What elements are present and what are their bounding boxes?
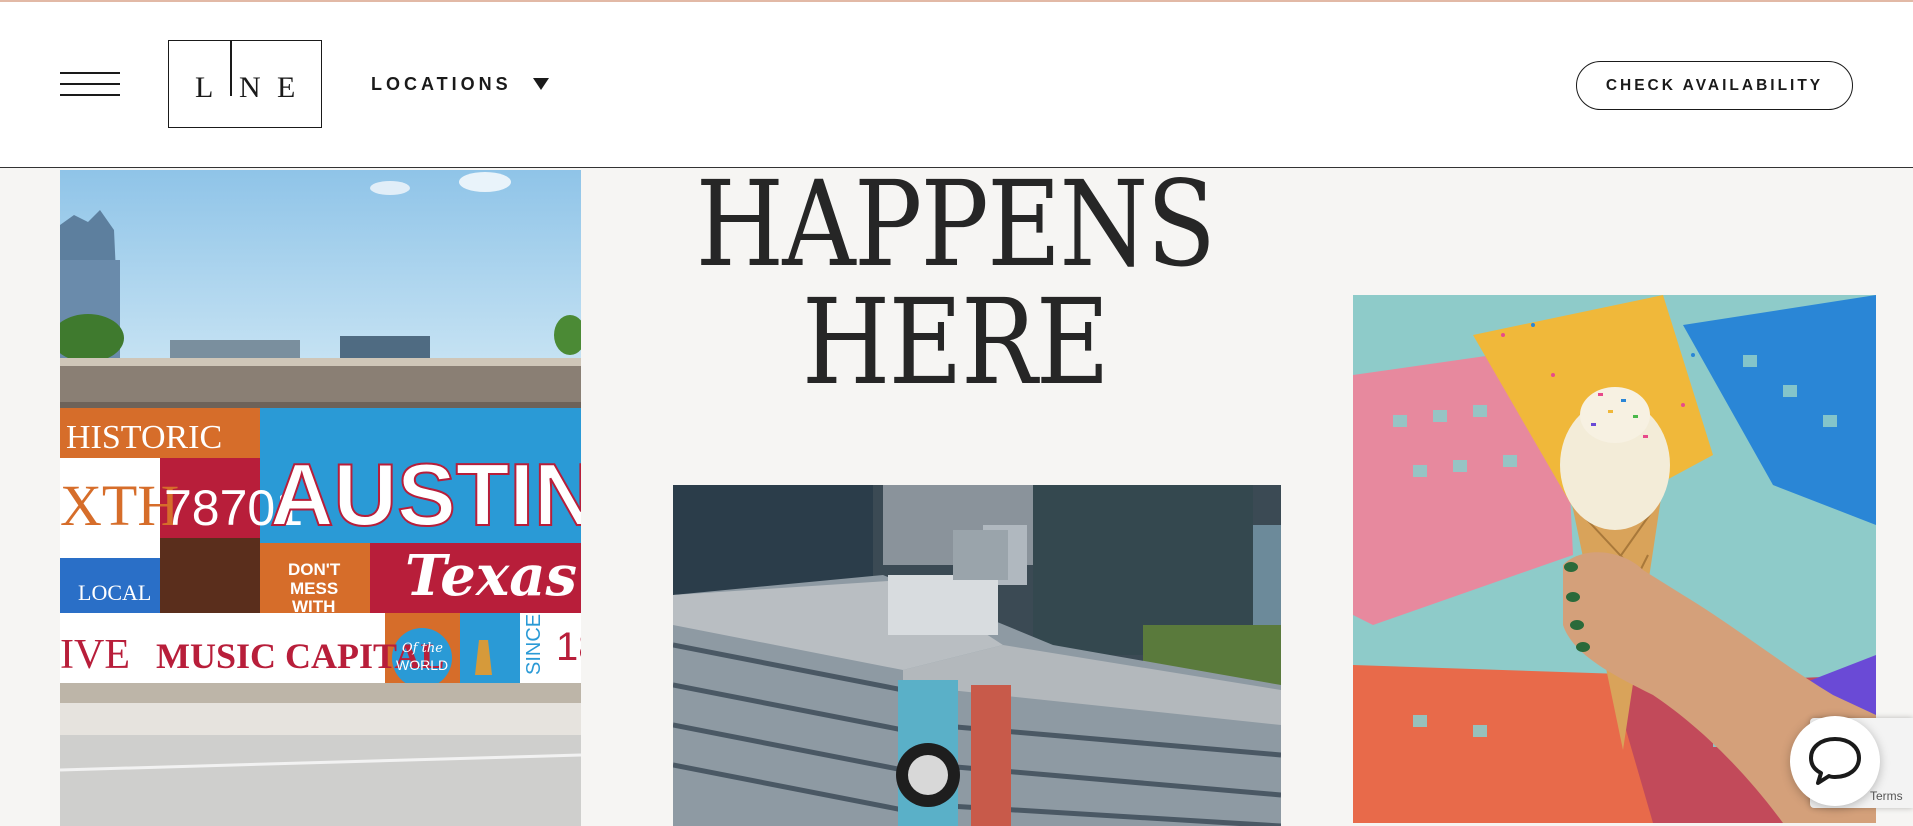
logo-letter-l: L (195, 71, 214, 104)
chat-button[interactable] (1790, 716, 1880, 806)
recaptcha-terms-link[interactable]: Terms (1870, 789, 1903, 803)
mural-austin-text: AUSTIN (270, 445, 581, 544)
hero-headline-line1: HAPPENS (695, 155, 1216, 293)
mural-dont-text: DON'T (288, 560, 341, 579)
logo-letter-e: E (277, 71, 296, 104)
logo[interactable]: L N E (168, 40, 322, 128)
hero-headline-line2: HERE (801, 273, 1110, 411)
mural-of-the-text: Of the (402, 641, 443, 656)
nav-locations[interactable]: LOCATIONS (371, 74, 512, 95)
hamburger-menu-icon[interactable] (60, 72, 120, 98)
mural-texas-text: Texas (405, 543, 577, 609)
chat-bubble-icon (1809, 737, 1861, 785)
mural-local-text: LOCAL (78, 580, 151, 605)
hero-headline: HAPPENS HERE (667, 165, 1243, 401)
mural-live-text: IVE (60, 632, 130, 678)
austin-mural-photo: HISTORIC XTH 78701 AUSTIN LOCAL DON'T ME… (60, 170, 581, 826)
mural-world-text: WORLD (396, 657, 448, 673)
mural-mess-text: MESS (290, 579, 338, 598)
mural-sixth-text: XTH (60, 473, 179, 538)
mural-since-text: SINCE (523, 614, 545, 675)
site-header: L N E LOCATIONS CHECK AVAILABILITY (0, 2, 1913, 168)
aerial-building-photo (673, 485, 1281, 826)
mural-with-text: WITH (292, 597, 335, 616)
mural-historic-text: HISTORIC (66, 419, 222, 456)
mural-since-year-text: 18 (556, 625, 581, 669)
check-availability-button[interactable]: CHECK AVAILABILITY (1576, 61, 1853, 110)
logo-bar (230, 40, 232, 96)
logo-letter-n: N (239, 71, 261, 104)
caret-down-icon[interactable] (533, 78, 549, 90)
